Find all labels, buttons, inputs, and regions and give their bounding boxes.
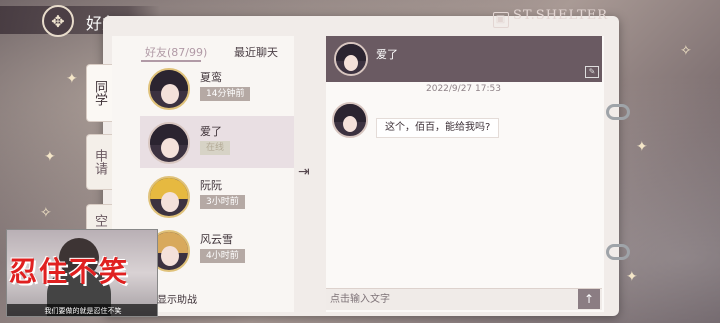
friend-row[interactable]: 风云雪 4小时前 bbox=[142, 224, 292, 276]
message-timestamp: 2022/9/27 17:53 bbox=[426, 84, 501, 94]
message-avatar[interactable] bbox=[332, 102, 368, 138]
avatar bbox=[148, 122, 190, 164]
edit-icon[interactable]: ✎ bbox=[585, 66, 599, 78]
avatar bbox=[148, 68, 190, 110]
tab-classmates[interactable]: 同学 bbox=[86, 64, 112, 122]
chat-header-avatar[interactable] bbox=[334, 42, 368, 76]
tab-recent-chats[interactable]: 最近聊天 bbox=[234, 44, 278, 60]
overlay-big-text: 忍住不笑 bbox=[9, 255, 130, 288]
webcam-overlay: 忍住不笑 我们要做的就是忍住不笑 bbox=[6, 229, 158, 317]
tab-label: 同学 bbox=[92, 80, 107, 106]
friend-row[interactable]: 夏鸾 14分钟前 bbox=[142, 62, 292, 114]
sparkle-icon: ✧ bbox=[40, 205, 52, 221]
collapse-list-button[interactable]: ⇥ bbox=[298, 164, 320, 182]
tab-friends[interactable]: 好友(87/99) bbox=[145, 44, 207, 60]
send-button[interactable]: ↑ bbox=[578, 289, 600, 309]
show-assist-toggle[interactable]: 显示助战 bbox=[157, 291, 197, 306]
binder-ring bbox=[606, 104, 630, 120]
friend-status: 14分钟前 bbox=[200, 87, 251, 101]
sparkle-icon: ✦ bbox=[66, 71, 78, 87]
collapse-icon: ⇥ bbox=[298, 164, 310, 180]
shelter-icon: ▣ bbox=[493, 12, 509, 28]
sparkle-icon: ✦ bbox=[44, 149, 56, 165]
overlay-subtitle: 我们要做的就是忍住不笑 bbox=[7, 304, 157, 316]
arrow-up-icon: ↑ bbox=[583, 292, 595, 306]
tab-applications[interactable]: 申请 bbox=[86, 134, 112, 190]
sparkle-icon: ✦ bbox=[626, 269, 638, 285]
brand-logo: ▣ ST.SHELTER bbox=[493, 8, 608, 28]
sparkle-icon: ✧ bbox=[680, 43, 692, 59]
compass-icon: ✥ bbox=[51, 11, 65, 31]
friend-name: 阮阮 bbox=[200, 179, 222, 192]
avatar bbox=[148, 176, 190, 218]
chat-contact-name: 爱了 bbox=[376, 48, 398, 61]
binder-ring bbox=[606, 244, 630, 260]
friend-status: 在线 bbox=[200, 141, 231, 155]
friend-row-selected[interactable]: 爱了 在线 bbox=[140, 116, 294, 168]
friend-name: 风云雪 bbox=[200, 233, 233, 246]
friend-status: 4小时前 bbox=[200, 249, 245, 263]
message-bubble: 这个，佰百，能给我吗? bbox=[376, 118, 500, 138]
brand-text: ST.SHELTER bbox=[513, 8, 609, 23]
back-button[interactable]: ✥ bbox=[42, 5, 74, 37]
friend-status: 3小时前 bbox=[200, 195, 245, 209]
friend-row[interactable]: 阮阮 3小时前 bbox=[142, 170, 292, 222]
friend-name: 爱了 bbox=[200, 125, 222, 138]
tab-label: 申请 bbox=[92, 149, 107, 175]
tab-label: 空 bbox=[92, 213, 107, 227]
chat-input[interactable] bbox=[330, 291, 570, 307]
friend-name: 夏鸾 bbox=[200, 71, 222, 84]
sparkle-icon: ✦ bbox=[636, 139, 648, 155]
